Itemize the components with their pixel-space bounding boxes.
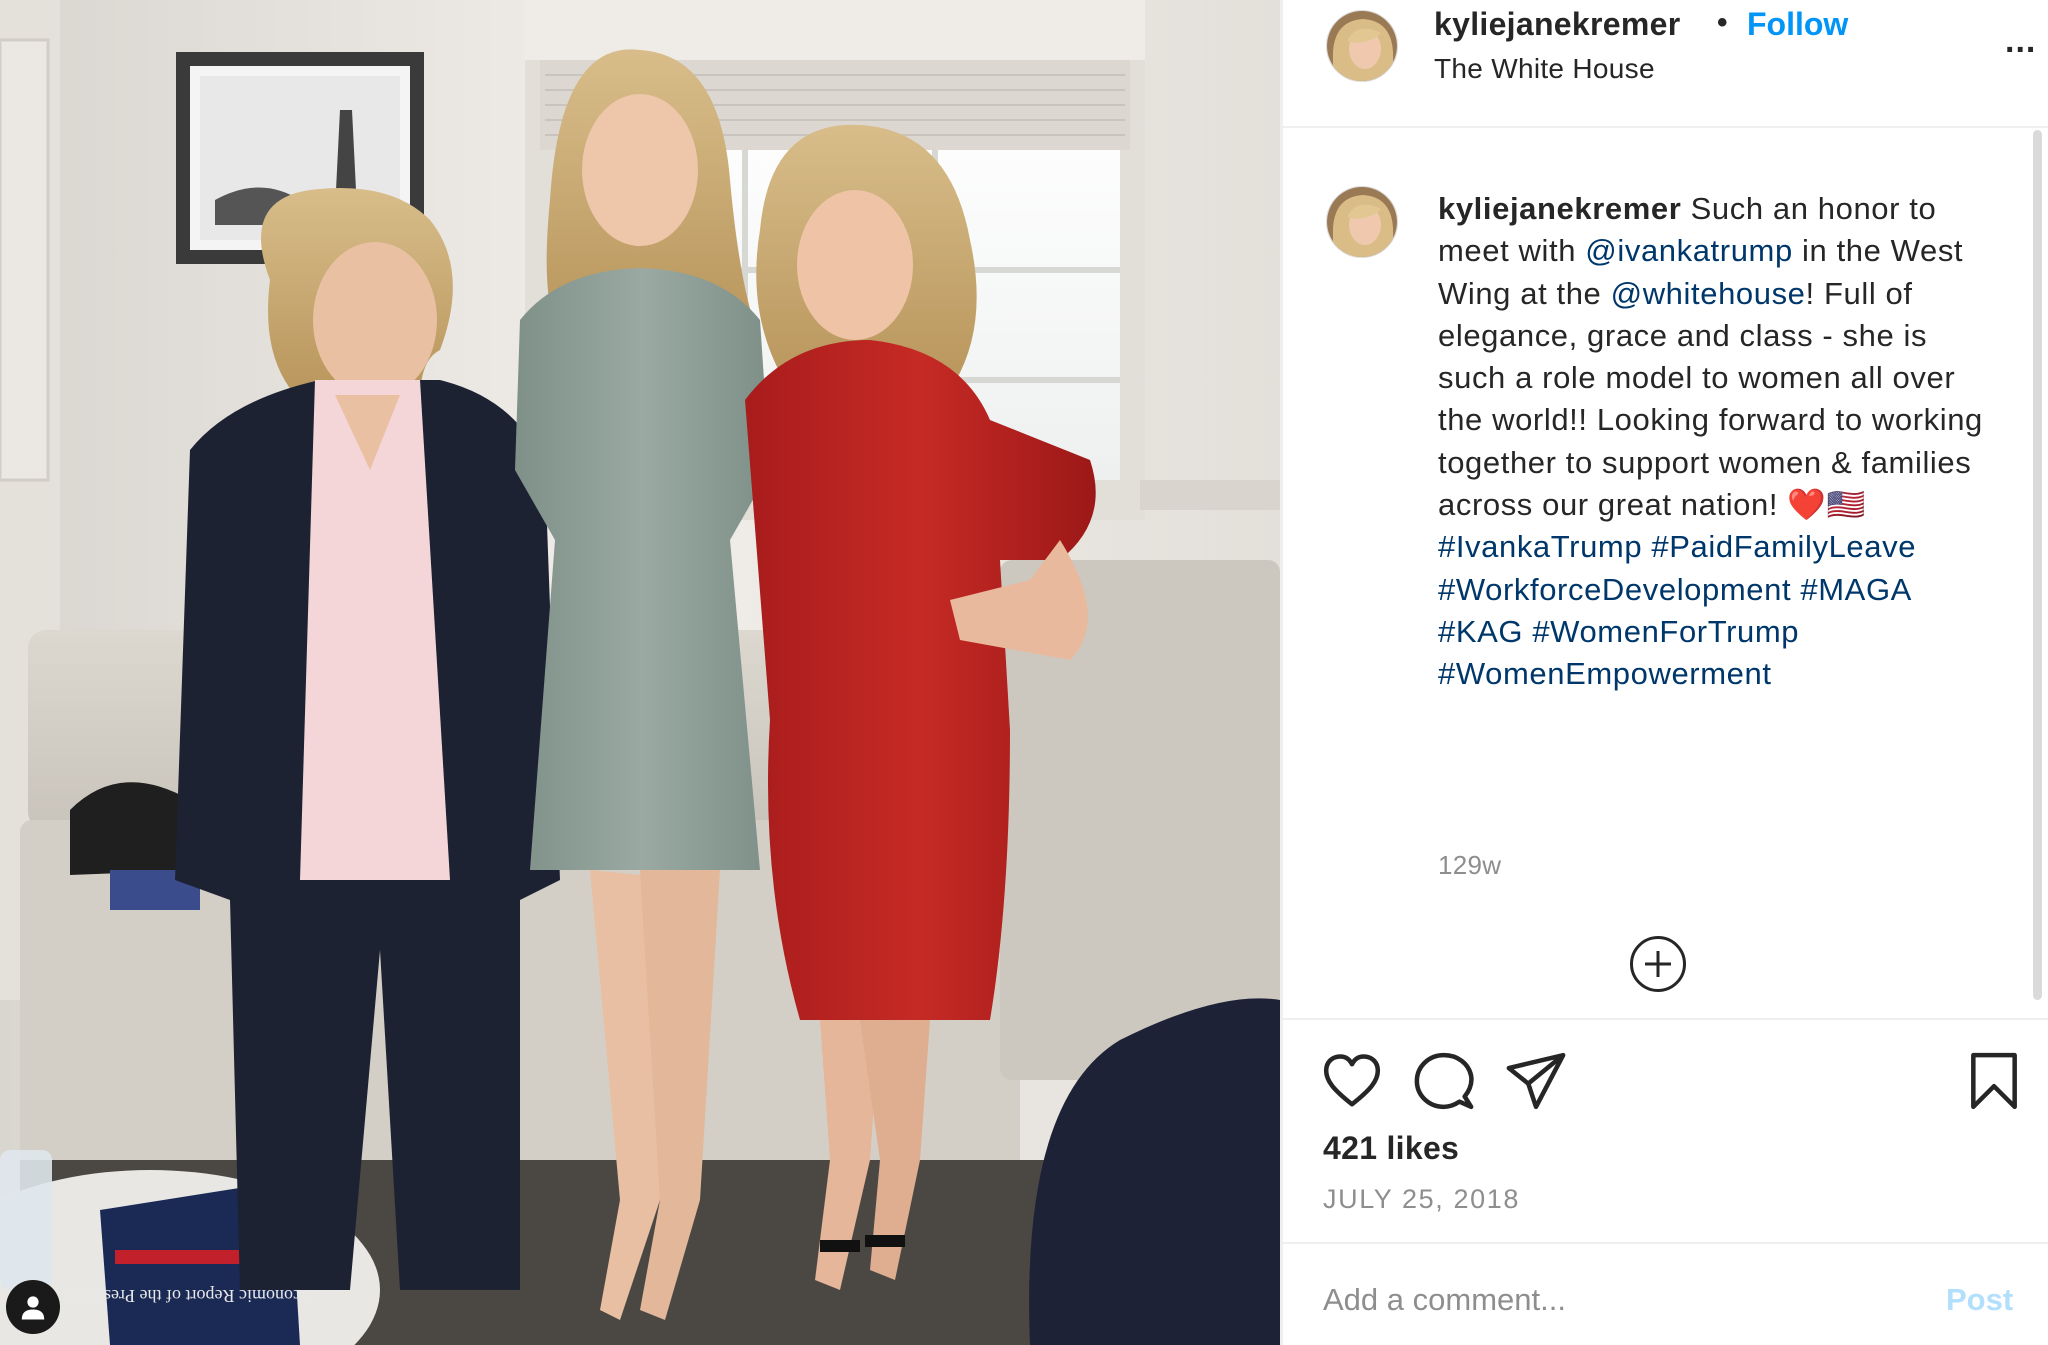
user-icon (21, 1296, 45, 1320)
hashtag-link[interactable]: #KAG (1438, 614, 1523, 649)
avatar-image (1327, 11, 1397, 81)
hashtag-link[interactable]: #IvankaTrump (1438, 529, 1642, 564)
post-caption: kyliejanekremer Such an honor to meet wi… (1438, 188, 1998, 696)
author-avatar[interactable] (1326, 10, 1398, 82)
more-options-icon[interactable]: ... (2005, 22, 2036, 61)
hashtag-link[interactable]: #WomenForTrump (1532, 614, 1799, 649)
share-button[interactable] (1505, 1050, 1567, 1112)
hashtag-link[interactable]: #WomenEmpowerment (1438, 656, 1772, 691)
mention-link[interactable]: @whitehouse (1611, 276, 1806, 311)
tagged-users-button[interactable] (6, 1280, 60, 1334)
comments-scrollbar[interactable] (2033, 130, 2042, 1000)
follow-button[interactable]: Follow (1747, 6, 1848, 43)
post-details-panel: kyliejanekremer • Follow The White House… (1283, 0, 2048, 1345)
share-icon (1506, 1052, 1566, 1110)
like-button[interactable] (1321, 1050, 1383, 1112)
bookmark-icon (1971, 1052, 2017, 1110)
post-photo-image: Economic Report of the President (0, 0, 1280, 1345)
caption-text: ! Full of elegance, grace and class - sh… (1438, 275, 1983, 523)
comment-button[interactable] (1413, 1050, 1475, 1112)
caption-author-avatar[interactable] (1326, 186, 1398, 258)
caption-username[interactable]: kyliejanekremer (1438, 191, 1681, 226)
author-username[interactable]: kyliejanekremer (1434, 6, 1680, 43)
add-comment-section: Post (1283, 1246, 2048, 1345)
post-actions: 421 likes JULY 25, 2018 (1283, 1018, 2048, 1244)
post-date[interactable]: JULY 25, 2018 (1323, 1184, 1520, 1215)
comments-section: kyliejanekremer Such an honor to meet wi… (1283, 130, 2048, 1018)
plus-icon (1645, 951, 1671, 977)
book-title-text: Economic Report of the President (68, 1286, 312, 1306)
hashtag-link[interactable]: #MAGA (1800, 572, 1910, 607)
comment-input[interactable] (1323, 1282, 1923, 1318)
save-button[interactable] (1963, 1050, 2025, 1112)
emoji-text: ❤️🇺🇸 (1787, 487, 1866, 523)
mention-link[interactable]: @ivankatrump (1585, 233, 1793, 268)
heart-icon (1323, 1054, 1381, 1107)
load-more-comments-button[interactable] (1630, 936, 1686, 992)
hashtag-link[interactable]: #PaidFamilyLeave (1651, 529, 1916, 564)
comment-icon (1414, 1052, 1474, 1110)
separator-dot: • (1717, 6, 1728, 39)
hashtag-link[interactable]: #WorkforceDevelopment (1438, 572, 1791, 607)
post-photo[interactable]: Economic Report of the President (0, 0, 1280, 1345)
likes-count[interactable]: 421 likes (1323, 1130, 1459, 1167)
post-header: kyliejanekremer • Follow The White House… (1283, 0, 2048, 128)
avatar-image (1327, 187, 1397, 257)
post-comment-button[interactable]: Post (1946, 1282, 2013, 1318)
post-location[interactable]: The White House (1434, 53, 1655, 85)
caption-time-ago[interactable]: 129w (1438, 850, 1501, 881)
